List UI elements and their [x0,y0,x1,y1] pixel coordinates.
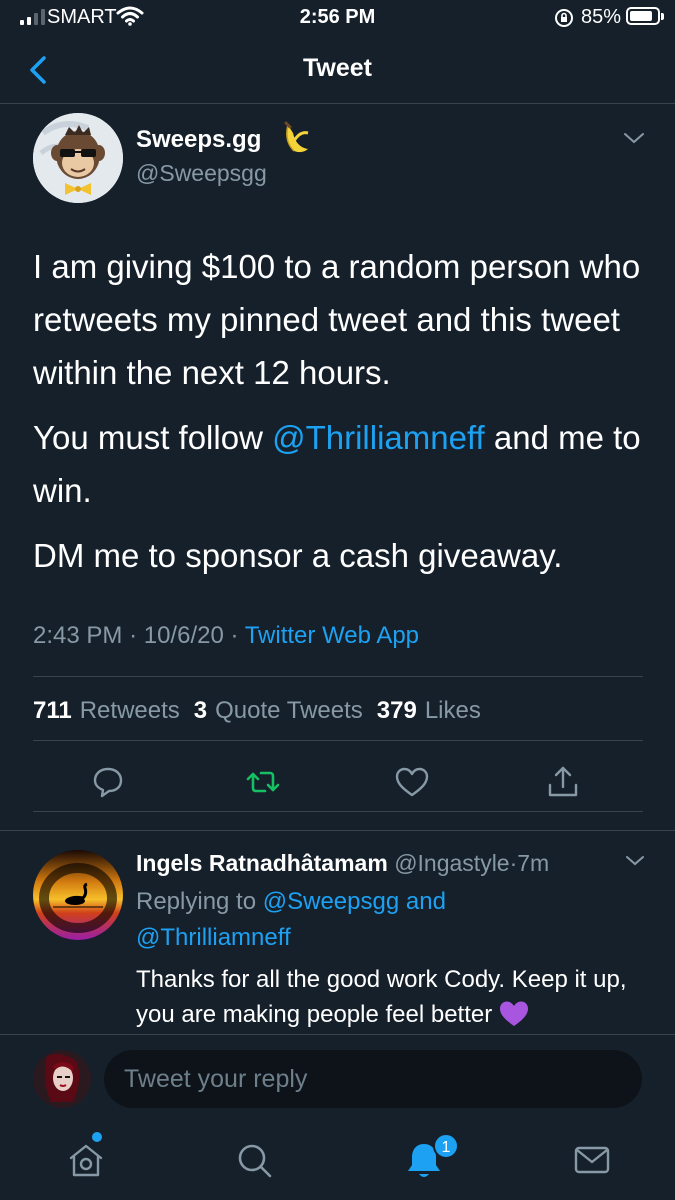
retweet-button[interactable] [243,762,283,802]
tweet-options-button[interactable] [622,130,646,151]
tab-search[interactable] [232,1138,276,1182]
meta-separator: · [230,622,239,649]
meta-separator: · [129,622,138,649]
reply-options-button[interactable] [624,852,646,873]
my-avatar[interactable] [33,1050,91,1108]
reply-text: Thanks for all the good work Cody. Keep … [136,962,646,1038]
status-bar: SMART 2:56 PM 85% [0,0,675,36]
retweets-label: Retweets [79,697,180,724]
quotes-label: Quote Tweets [215,697,363,724]
author-name[interactable]: Sweeps.gg [136,126,261,154]
likes-stat[interactable]: 379 Likes [377,697,481,725]
likes-count: 379 [376,697,417,724]
tweet-source-link[interactable]: Twitter Web App [245,622,419,649]
chevron-down-icon [626,856,644,866]
user-avatar-icon [33,1050,91,1108]
mention-link[interactable]: @Sweepsgg [263,888,399,915]
author-handle[interactable]: @Sweepsgg [136,160,267,187]
reply-input[interactable] [104,1050,642,1108]
chevron-down-icon [624,133,644,144]
tweet-paragraph: DM me to sponsor a cash giveaway. [33,537,563,574]
tweet-text-segment: You must follow [33,419,273,456]
battery-level [630,11,653,21]
tweet-meta: 2:43 PM · 10/6/20 · Twitter Web App [33,622,419,650]
divider [0,1034,675,1035]
author-avatar[interactable] [33,113,123,203]
new-content-dot [92,1132,102,1142]
replying-to: Replying to @Sweepsgg and @Thrilliamneff [136,884,446,956]
tweet-paragraph: You must follow @Thrilliamneff and me to… [33,411,653,517]
divider [33,811,643,812]
mail-icon [574,1146,610,1174]
notifications-badge: 1 [433,1133,459,1159]
battery-tip [661,13,664,20]
replying-prefix: Replying to [136,888,263,915]
reply-author-name[interactable]: Ingels Ratnadhâtamam [136,850,388,876]
tweet-time: 2:43 PM [33,622,123,649]
reply-author-avatar[interactable] [33,850,123,940]
swan-sunset-avatar-icon [33,850,123,940]
mention-link[interactable]: @Thrilliamneff [272,419,485,456]
tweet-stats: 711 Retweets 3 Quote Tweets 379 Likes [33,697,481,725]
rotation-lock-icon [553,7,575,34]
quotes-count: 3 [193,697,208,724]
share-button[interactable] [543,762,583,802]
likes-label: Likes [424,697,481,724]
page-title: Tweet [303,54,372,82]
mention-link[interactable]: @Thrilliamneff [136,924,291,951]
reply-text-content: Thanks for all the good work Cody. Keep … [136,966,627,1028]
header: Tweet [0,36,675,104]
retweets-count: 711 [33,697,72,724]
retweets-stat[interactable]: 711 Retweets [33,697,180,725]
quotes-stat[interactable]: 3 Quote Tweets [194,697,363,725]
tweet-paragraph: I am giving $100 to a random person who … [33,248,641,391]
battery-percent: 85% [581,6,622,28]
tweet-text: I am giving $100 to a random person who … [33,240,653,594]
divider [33,676,643,677]
retweet-icon [246,771,280,793]
home-icon [69,1144,103,1177]
reply-button[interactable] [88,762,128,802]
search-icon [238,1144,272,1178]
reply-author-handle[interactable]: @Ingastyle [394,850,509,876]
monkey-avatar-icon [33,113,123,203]
comment-icon [93,767,123,798]
tab-home[interactable] [64,1138,108,1182]
battery-icon [626,7,660,25]
divider [0,830,675,831]
purple-heart-icon [499,1000,529,1038]
reply-time: 7m [517,850,550,876]
tab-messages[interactable] [570,1138,614,1182]
replying-and[interactable]: and [399,888,446,915]
banana-icon [280,121,312,160]
reply-header: Ingels Ratnadhâtamam @Ingastyle·7m [136,850,549,877]
divider [33,740,643,741]
heart-icon [395,767,429,797]
tweet-date: 10/6/20 [143,622,224,649]
like-button[interactable] [392,762,432,802]
share-icon [548,766,578,797]
